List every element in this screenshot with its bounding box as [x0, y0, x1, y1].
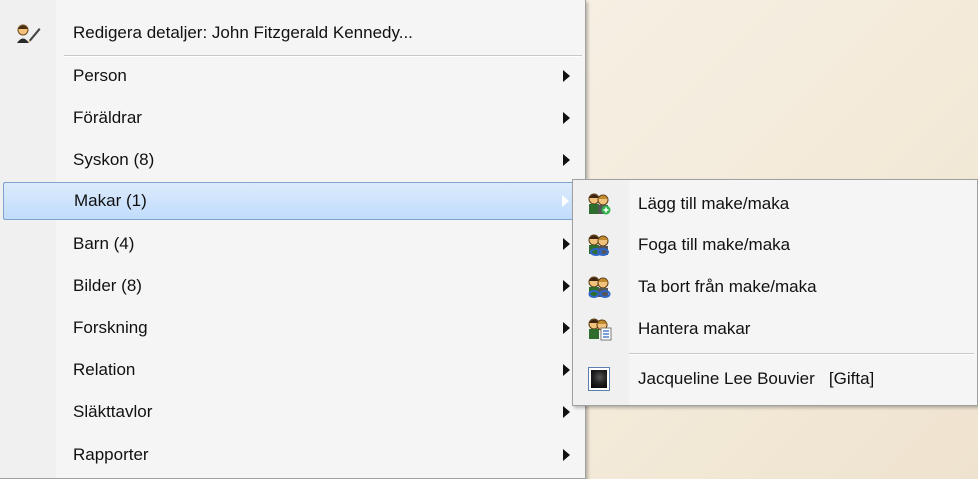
submenu-arrow-icon [563, 449, 570, 461]
submenu-arrow-icon [563, 406, 570, 418]
menu-item-add-spouse[interactable]: Lägg till make/maka [576, 185, 974, 223]
spouses-submenu: Lägg till make/maka Foga till make/maka [572, 179, 978, 406]
menu-item-parents[interactable]: Föräldrar [3, 99, 582, 137]
menu-item-label: Foga till make/maka [638, 235, 791, 254]
person-pencil-icon [15, 22, 41, 44]
menu-item-label: Forskning [73, 318, 148, 337]
menu-item-family-trees[interactable]: Släkttavlor [3, 393, 582, 431]
menu-item-label: Ta bort från make/maka [638, 277, 817, 296]
menu-item-label: Jacqueline Lee Bouvier [Gifta] [638, 369, 874, 389]
menu-item-reports[interactable]: Rapporter [3, 436, 582, 474]
menu-item-label: Redigera detaljer: John Fitzgerald Kenne… [73, 23, 413, 42]
submenu-arrow-icon [562, 195, 569, 207]
menu-item-label: Syskon (8) [73, 150, 155, 169]
menu-item-research[interactable]: Forskning [3, 309, 582, 347]
menu-item-siblings[interactable]: Syskon (8) [3, 141, 582, 179]
menu-item-label: Person [73, 66, 127, 85]
spouse-status: [Gifta] [828, 369, 875, 388]
menu-item-relation[interactable]: Relation [3, 351, 582, 389]
submenu-arrow-icon [563, 364, 570, 376]
menu-item-edit-details[interactable]: Redigera detaljer: John Fitzgerald Kenne… [3, 14, 582, 52]
menu-item-spouse-jacqueline[interactable]: Jacqueline Lee Bouvier [Gifta] [576, 360, 974, 398]
context-menu: Redigera detaljer: John Fitzgerald Kenne… [0, 0, 586, 479]
menu-item-label: Föräldrar [73, 108, 142, 127]
submenu-arrow-icon [563, 322, 570, 334]
menu-item-label: Släkttavlor [73, 402, 153, 421]
spouse-name: Jacqueline Lee Bouvier [638, 369, 815, 388]
menu-item-person[interactable]: Person [3, 57, 582, 95]
menu-separator [629, 353, 974, 355]
menu-item-label: Barn (4) [73, 234, 135, 253]
menu-item-pictures[interactable]: Bilder (8) [3, 267, 582, 305]
menu-item-label: Rapporter [73, 445, 149, 464]
menu-item-manage-spouses[interactable]: Hantera makar [576, 310, 974, 348]
couple-link-icon [586, 234, 612, 256]
menu-item-label: Lägg till make/maka [638, 194, 790, 213]
menu-item-join-spouse[interactable]: Foga till make/maka [576, 226, 974, 264]
menu-item-label: Bilder (8) [73, 276, 142, 295]
photo-thumbnail-icon [586, 367, 612, 391]
menu-item-children[interactable]: Barn (4) [3, 225, 582, 263]
submenu-arrow-icon [563, 154, 570, 166]
submenu-arrow-icon [563, 112, 570, 124]
couple-remove-icon [586, 276, 612, 298]
menu-item-label: Makar (1) [74, 191, 147, 210]
submenu-arrow-icon [563, 238, 570, 250]
menu-item-remove-spouse[interactable]: Ta bort från make/maka [576, 268, 974, 306]
submenu-arrow-icon [563, 280, 570, 292]
submenu-arrow-icon [563, 70, 570, 82]
menu-item-spouses[interactable]: Makar (1) [3, 182, 582, 220]
menu-item-label: Hantera makar [638, 319, 751, 338]
menu-item-label: Relation [73, 360, 136, 379]
couple-add-icon [586, 193, 612, 215]
couple-list-icon [586, 318, 612, 341]
